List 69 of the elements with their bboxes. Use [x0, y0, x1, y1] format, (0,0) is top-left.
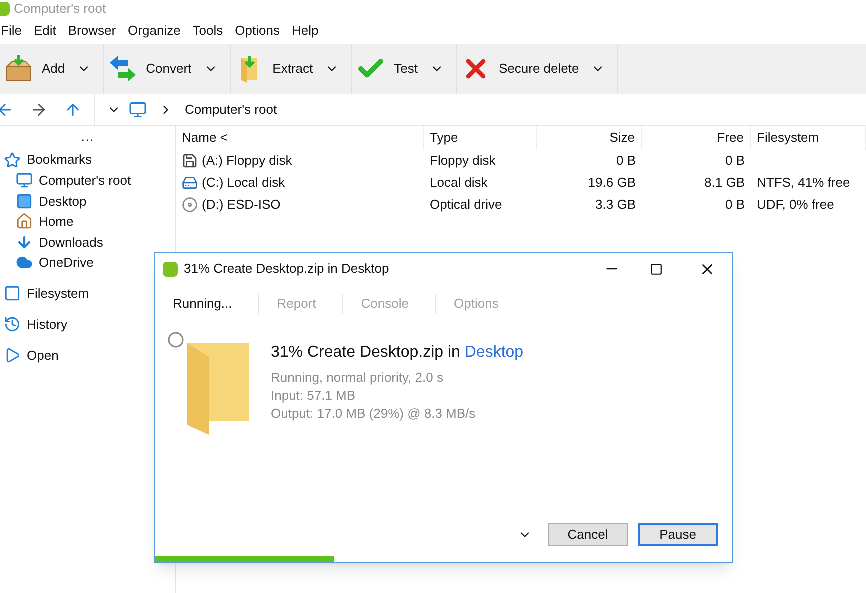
sidebar-section[interactable]: History [0, 314, 175, 335]
toolbar-button[interactable]: Add [0, 54, 78, 84]
app-logo-icon [0, 2, 10, 16]
menu-item[interactable]: Options [235, 21, 280, 41]
sidebar-item[interactable]: Home [0, 212, 175, 232]
table-cell-text: 0 B [724, 152, 746, 170]
menu-item[interactable]: Tools [192, 21, 224, 41]
window-title: Computer's root [14, 0, 106, 18]
toolbar-button[interactable]: Extract [230, 54, 326, 84]
task-detail: Running, normal priority, 2.0 s [271, 369, 444, 387]
maximize-icon[interactable] [650, 262, 663, 276]
dialog-button[interactable]: Cancel [548, 523, 628, 546]
table-cell-text: 0 B [615, 152, 637, 170]
column-header[interactable]: Size [537, 126, 642, 150]
panel-icon [4, 285, 21, 302]
table-cell-text: Floppy disk [429, 152, 497, 170]
clock-icon [4, 316, 21, 333]
task-detail: Input: 57.1 MB [271, 387, 357, 405]
toolbar-button[interactable]: Test [352, 54, 430, 84]
dialog-title: 31% Create Desktop.zip in Desktop [184, 260, 390, 278]
floppy-icon [182, 153, 198, 169]
table-cell-text: Local disk [429, 174, 489, 192]
task-heading: 31% Create Desktop.zip in Desktop [271, 343, 524, 363]
dialog-button[interactable]: Pause [638, 523, 718, 546]
star-icon [4, 152, 21, 168]
table-cell: (D:) ESD-ISO [176, 195, 424, 215]
sidebar-item[interactable]: Downloads [0, 232, 175, 252]
app-logo-icon [163, 262, 178, 276]
desktop-icon [16, 192, 33, 210]
folder-icon [185, 341, 249, 437]
menu-item[interactable]: Browser [68, 21, 116, 41]
drive-icon [182, 175, 198, 191]
play-icon [4, 347, 21, 364]
table-cell-text: NTFS, 41% free [756, 174, 850, 192]
sidebar-item[interactable]: Computer's root [0, 170, 175, 191]
sidebar-item[interactable]: Desktop [0, 191, 175, 212]
sidebar-item[interactable]: OneDrive [0, 252, 175, 273]
table-cell-text: Optical drive [429, 196, 504, 214]
monitor-icon [129, 100, 147, 118]
table-cell-text: UDF, 0% free [756, 196, 834, 214]
arrows-icon [108, 54, 138, 84]
breadcrumb-item[interactable]: Computer's root [185, 100, 278, 120]
toolbar-button[interactable]: Secure delete [456, 54, 592, 84]
monitor-icon [16, 172, 33, 190]
menu-item[interactable]: Edit [34, 21, 56, 41]
disc-icon [182, 197, 198, 213]
destination-link[interactable]: Desktop [464, 344, 524, 361]
table-cell: (A:) Floppy disk [176, 151, 424, 171]
table-cell-text: 3.3 GB [594, 196, 637, 214]
home-icon [16, 213, 33, 230]
more-indicator[interactable]: ··· [81, 132, 94, 147]
sidebar-section[interactable]: Open [0, 345, 175, 366]
menu-item[interactable]: Organize [128, 21, 181, 41]
sidebar-section[interactable]: Bookmarks [0, 150, 175, 170]
column-header[interactable]: Filesystem [751, 126, 866, 150]
column-header[interactable]: Type [424, 126, 537, 150]
menu-item[interactable]: File [1, 21, 22, 41]
task-detail: Output: 17.0 MB (29%) @ 8.3 MB/s [271, 405, 477, 423]
table-cell-text: 8.1 GB [704, 174, 746, 192]
table-cell-text: 19.6 GB [587, 174, 637, 192]
download-icon [16, 234, 33, 251]
spinner-icon [167, 331, 185, 349]
table-cell: (C:) Local disk [176, 173, 424, 193]
column-header[interactable]: Name < [176, 126, 424, 150]
table-cell-text: 0 B [724, 196, 746, 214]
menu-item[interactable]: Help [292, 21, 319, 41]
column-header[interactable]: Free [642, 126, 751, 150]
toolbar-button[interactable]: Convert [104, 54, 204, 84]
box-icon [4, 54, 34, 84]
